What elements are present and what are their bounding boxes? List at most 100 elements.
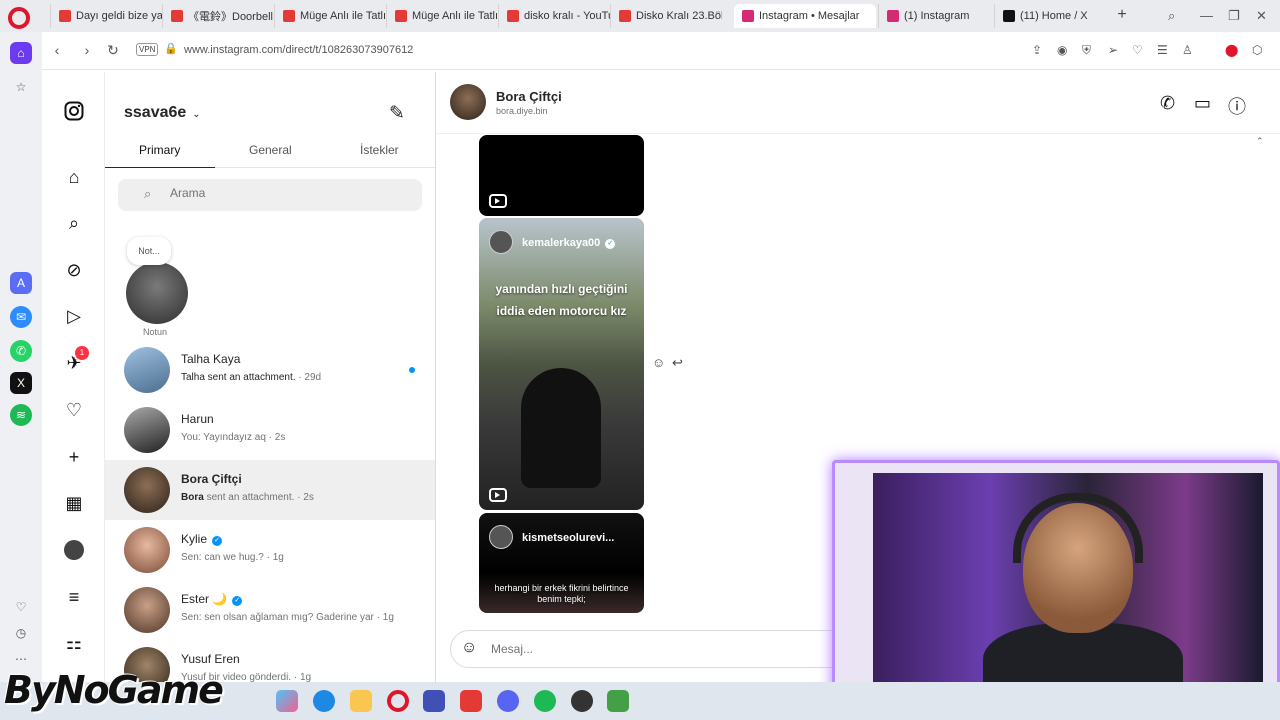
minimize-icon[interactable]: — <box>1200 8 1213 23</box>
phone-call-icon[interactable]: ✆ <box>1160 93 1175 114</box>
message-input[interactable] <box>491 642 791 656</box>
copilot-icon[interactable] <box>276 690 298 712</box>
account-switcher[interactable]: ssava6e ⌄ <box>124 104 201 122</box>
browser-tab[interactable]: disko kralı - YouTub <box>498 4 610 28</box>
info-icon[interactable]: ⓘ <box>1228 93 1246 119</box>
conversation-item[interactable]: Harun You: Yayındayız aq · 2s <box>105 400 435 460</box>
menu-icon[interactable]: ☰ <box>1157 43 1168 57</box>
tab-title: 《電鈴》Doorbell《— <box>188 11 274 23</box>
browser-tab[interactable]: 《電鈴》Doorbell《— <box>162 4 274 28</box>
spotify-icon[interactable]: ≋ <box>10 404 32 426</box>
explore-icon[interactable]: ⊘ <box>63 259 85 281</box>
reels-icon[interactable]: ▷ <box>63 305 85 327</box>
home-icon[interactable]: ⌂ <box>63 166 85 188</box>
reel-attachment[interactable]: kemalerkaya00 ✓ yanından hızlı geçtiğini … <box>479 218 644 510</box>
video-call-icon[interactable]: ▭ <box>1194 93 1211 114</box>
contact-name: Talha Kaya <box>181 352 241 366</box>
url-field[interactable]: www.instagram.com/direct/t/1082630739076… <box>184 44 413 56</box>
spotify-icon[interactable] <box>534 690 556 712</box>
reels-icon <box>489 194 507 208</box>
chat-contact-name[interactable]: Bora Çiftçi <box>496 89 562 104</box>
reel-attachment[interactable] <box>479 135 644 216</box>
browser-tab[interactable]: Dayı geldi bize yağ <box>50 4 162 28</box>
heart-icon[interactable]: ♡ <box>1132 43 1143 57</box>
emoji-icon[interactable]: ☺ <box>461 639 477 657</box>
yandex-icon[interactable] <box>460 690 482 712</box>
create-icon[interactable]: + <box>63 446 85 468</box>
whatsapp-icon[interactable]: ✆ <box>10 340 32 362</box>
share-icon[interactable]: ⇪ <box>1032 43 1042 57</box>
profile-icon[interactable]: ♙ <box>1182 43 1193 57</box>
camera-icon[interactable]: ◉ <box>1057 43 1067 57</box>
more-icon[interactable]: ⋯ <box>10 648 32 670</box>
edge-icon[interactable] <box>313 690 335 712</box>
reel-caption: herhangi bir erkek fikrini belirtince be… <box>494 583 629 604</box>
tab-primary[interactable]: Primary <box>139 143 180 157</box>
tab-general[interactable]: General <box>249 143 292 157</box>
search-box[interactable]: ⌕ <box>118 179 422 211</box>
browser-tab[interactable]: Müge Anlı ile Tatlı S <box>386 4 498 28</box>
conversation-item[interactable]: Kylie ✓ Sen: can we hug.? · 1g <box>105 520 435 580</box>
avatar <box>124 347 170 393</box>
reel-user-avatar <box>489 525 513 549</box>
note-avatar[interactable] <box>126 262 188 324</box>
headset-graphic <box>1013 493 1143 563</box>
instagram-logo-icon[interactable] <box>63 100 85 122</box>
shield-icon[interactable]: ⛨ <box>1082 43 1091 58</box>
discord-icon[interactable] <box>497 690 519 712</box>
emoji-react-icon[interactable]: ☺ <box>652 355 665 370</box>
maximize-icon[interactable]: ❐ <box>1228 8 1240 24</box>
more-menu-icon[interactable]: ≡ <box>63 586 85 608</box>
search-input[interactable] <box>170 186 400 200</box>
compose-icon[interactable]: ✎ <box>389 102 405 125</box>
browser-tab-active[interactable]: Instagram • Mesajlar <box>734 4 876 28</box>
history-icon[interactable]: ◷ <box>10 622 32 644</box>
tab-title: Instagram • Mesajlar <box>759 10 860 22</box>
threads-icon[interactable]: ⚏ <box>63 632 85 654</box>
browser-tab[interactable]: Disko Kralı 23.Bölü <box>610 4 722 28</box>
file-explorer-icon[interactable] <box>350 690 372 712</box>
vpn-badge[interactable]: VPN <box>136 43 159 56</box>
opera-logo-icon[interactable] <box>8 7 30 29</box>
tab-search-icon[interactable]: ⌕ <box>1168 8 1175 24</box>
mail-icon[interactable] <box>423 690 445 712</box>
search-icon: ⌕ <box>144 186 152 201</box>
browser-tab[interactable]: Müge Anlı ile Tatlı S <box>274 4 386 28</box>
profile-avatar-icon[interactable] <box>63 539 85 561</box>
forward-icon[interactable]: › <box>78 42 96 58</box>
messenger-icon[interactable]: ✉ <box>10 306 32 328</box>
conversation-item[interactable]: Ester 🌙 ✓ Sen: sen olsan ağlaman mıg? Gad… <box>105 580 435 640</box>
chat-avatar[interactable] <box>450 84 486 120</box>
conversation-item[interactable]: Talha Kaya Talha sent an attachment. · 2… <box>105 340 435 400</box>
obs-icon[interactable] <box>571 690 593 712</box>
dashboard-icon[interactable]: ▦ <box>63 492 85 514</box>
reel-attachment[interactable]: kismetseolurevi... herhangi bir erkek fi… <box>479 513 644 613</box>
aria-icon[interactable]: A <box>10 272 32 294</box>
browser-tab[interactable]: (1) Instagram <box>878 4 990 28</box>
notifications-icon[interactable]: ♡ <box>63 399 85 421</box>
home-icon[interactable]: ⌂ <box>10 42 32 64</box>
lock-icon[interactable]: 🔒 <box>164 42 178 55</box>
note-bubble[interactable]: Not... <box>127 237 171 265</box>
username-label: ssava6e <box>124 104 187 121</box>
webcam-feed <box>873 473 1263 713</box>
search-icon[interactable]: ⌕ <box>63 212 85 234</box>
conversation-item-selected[interactable]: Bora Çiftçi Bora sent an attachment. · 2… <box>105 460 435 520</box>
new-tab-icon[interactable]: + <box>1114 7 1130 23</box>
reload-icon[interactable]: ↻ <box>104 42 122 59</box>
tab-requests[interactable]: İstekler <box>360 143 399 157</box>
star-icon[interactable]: ☆ <box>10 76 32 98</box>
messages-icon[interactable]: ✈ 1 <box>63 346 89 374</box>
back-icon[interactable]: ‹ <box>48 42 66 58</box>
scroll-up-icon[interactable]: ⌃ <box>1256 136 1264 147</box>
opera-icon[interactable] <box>387 690 409 712</box>
heart-icon[interactable]: ♡ <box>10 596 32 618</box>
reply-icon[interactable]: ↩ <box>672 355 683 371</box>
opera-icon[interactable]: ⬤ <box>1225 43 1238 57</box>
app-icon[interactable] <box>607 690 629 712</box>
close-icon[interactable]: ✕ <box>1256 8 1267 24</box>
x-icon[interactable]: X <box>10 372 32 394</box>
browser-tab[interactable]: (11) Home / X <box>994 4 1106 28</box>
box-icon[interactable]: ⬡ <box>1252 43 1262 57</box>
send-icon[interactable]: ➢ <box>1108 43 1118 57</box>
